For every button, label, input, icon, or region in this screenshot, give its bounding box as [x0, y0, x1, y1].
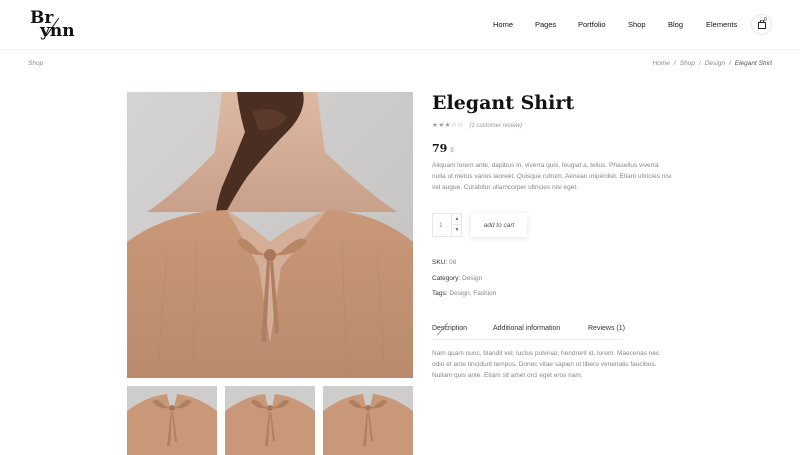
product-rating: ★★★☆☆ (1 customer review): [432, 121, 522, 129]
breadcrumb-home[interactable]: Home: [653, 60, 670, 67]
tab-additional-information[interactable]: Additional information: [493, 325, 560, 332]
breadcrumb-design[interactable]: Design: [705, 60, 725, 67]
tag-link[interactable]: Design: [449, 290, 469, 297]
product-short-description: Aliquam lorem ante, dapibus in, viverra …: [432, 162, 672, 191]
breadcrumb-separator: /: [698, 60, 701, 67]
tag-link[interactable]: Fashion: [473, 290, 496, 297]
price-amount: 79: [432, 142, 448, 155]
nav-item-portfolio[interactable]: Portfolio: [578, 20, 606, 29]
product-tags: Tags: Design, Fashion: [432, 290, 496, 297]
product-tabs: Description Additional information Revie…: [432, 324, 625, 340]
breadcrumb-current: Elegant Shirt: [734, 60, 772, 67]
breadcrumb-shop[interactable]: Shop: [680, 60, 695, 67]
product-title: Elegant Shirt: [432, 92, 575, 114]
product-thumbnail[interactable]: [225, 386, 315, 455]
tab-description[interactable]: Description: [432, 325, 467, 332]
site-logo[interactable]: Br ynn: [30, 10, 75, 40]
nav-item-blog[interactable]: Blog: [668, 20, 683, 29]
tags-label: Tags:: [432, 290, 448, 297]
product-price: 79 $: [432, 139, 454, 157]
nav-item-elements[interactable]: Elements: [706, 20, 737, 29]
customer-reviews-link[interactable]: (1 customer review): [469, 123, 522, 129]
product-sku: SKU: 08: [432, 259, 456, 266]
sku-value: 08: [448, 259, 457, 266]
quantity-decrease-button[interactable]: ▼: [451, 225, 462, 236]
product-category: Category: Design: [432, 275, 482, 282]
breadcrumb-separator: /: [673, 60, 676, 67]
tab-description-content: Nam quam nunc, blandit vel, luctus pulvi…: [432, 350, 660, 379]
nav-item-shop[interactable]: Shop: [628, 20, 646, 29]
quantity-value[interactable]: 1: [439, 222, 443, 229]
product-thumbnail[interactable]: [323, 386, 413, 455]
nav-item-home[interactable]: Home: [493, 20, 513, 29]
site-header: Br ynn Home Pages Portfolio Shop Blog El…: [0, 0, 800, 50]
price-currency: $: [450, 148, 454, 154]
sku-label: SKU:: [432, 259, 448, 266]
product-thumbnail[interactable]: [127, 386, 217, 455]
breadcrumb-separator: /: [728, 60, 731, 67]
nav-item-pages[interactable]: Pages: [535, 20, 556, 29]
quantity-stepper[interactable]: 1 ▲ ▼: [432, 213, 462, 237]
product-main-image[interactable]: [127, 92, 413, 378]
quantity-increase-button[interactable]: ▲: [451, 214, 462, 225]
cart-count: 0: [764, 17, 767, 23]
category-label: Category:: [432, 275, 461, 282]
category-link[interactable]: Design: [462, 275, 482, 282]
rating-stars-icon: ★★★☆☆: [432, 122, 464, 129]
cart-button[interactable]: 0: [751, 14, 772, 35]
tab-reviews[interactable]: Reviews (1): [588, 325, 625, 332]
page-section-label: Shop: [28, 60, 44, 67]
add-to-cart-button[interactable]: add to cart: [471, 213, 527, 237]
breadcrumb: Home / Shop / Design / Elegant Shirt: [653, 60, 772, 67]
